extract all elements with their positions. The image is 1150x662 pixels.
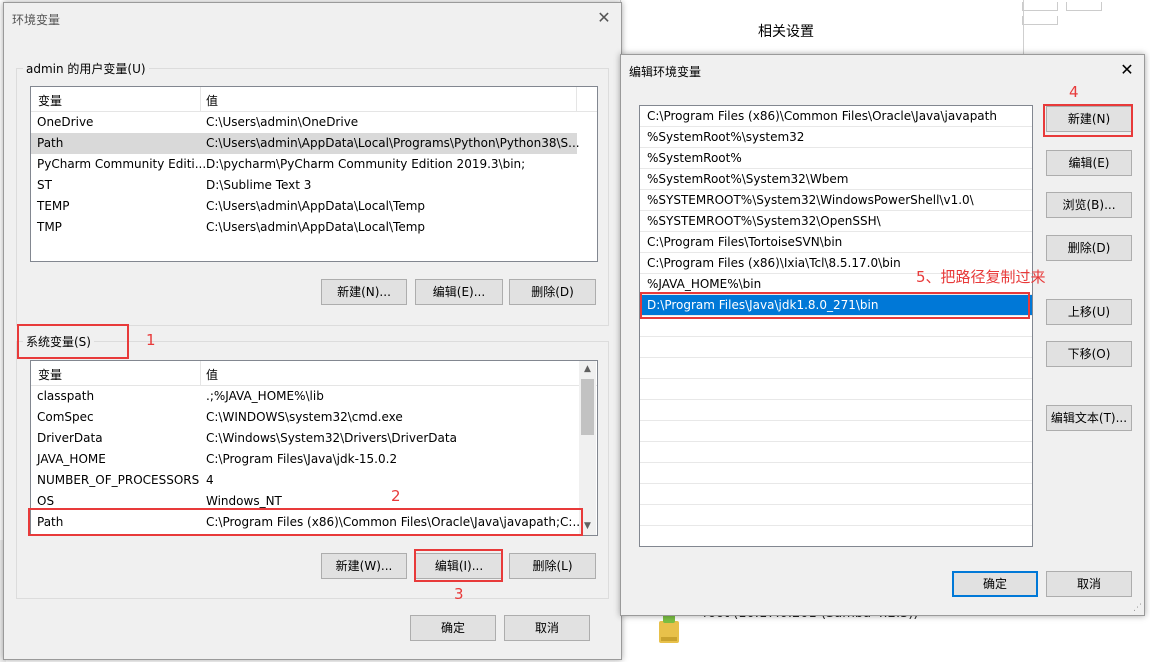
table-row[interactable]: JAVA_HOME C:\Program Files\Java\jdk-15.0.… <box>31 449 580 470</box>
move-up-button[interactable]: 上移(U) <box>1046 299 1132 325</box>
table-row[interactable]: NUMBER_OF_PROCESSORS 4 <box>31 470 580 491</box>
column-variable[interactable]: 变量 <box>38 366 62 383</box>
path-edit-button[interactable]: 编辑(E) <box>1046 150 1132 176</box>
list-header: 变量 值 <box>31 87 597 112</box>
list-header: 变量 值 <box>31 361 597 386</box>
list-item[interactable]: %SYSTEMROOT%\System32\OpenSSH\ <box>640 211 1032 232</box>
edit-cancel-button[interactable]: 取消 <box>1046 571 1132 597</box>
annotation-step-4: 4 <box>1069 83 1079 101</box>
table-row[interactable]: PyCharm Community Editi... D:\pycharm\PyC… <box>31 154 597 175</box>
annotation-step-3: 3 <box>454 585 464 603</box>
user-new-button[interactable]: 新建(N)... <box>321 279 407 305</box>
empty-list-row[interactable] <box>640 421 1032 442</box>
move-down-button[interactable]: 下移(O) <box>1046 341 1132 367</box>
list-item[interactable]: C:\Program Files (x86)\Common Files\Orac… <box>640 106 1032 127</box>
empty-list-row[interactable] <box>640 400 1032 421</box>
close-icon[interactable]: ✕ <box>1118 61 1136 79</box>
list-item[interactable]: %SystemRoot%\System32\Wbem <box>640 169 1032 190</box>
user-variables-list[interactable]: 变量 值 OneDrive C:\Users\admin\OneDrive Pat… <box>30 86 598 262</box>
table-row[interactable]: TEMP C:\Users\admin\AppData\Local\Temp <box>31 196 597 217</box>
cancel-button[interactable]: 取消 <box>504 615 590 641</box>
empty-list-row[interactable] <box>640 316 1032 337</box>
system-delete-button[interactable]: 删除(L) <box>509 553 596 579</box>
table-row[interactable]: TMP C:\Users\admin\AppData\Local\Temp <box>31 217 597 238</box>
table-row[interactable]: ComSpec C:\WINDOWS\system32\cmd.exe <box>31 407 580 428</box>
empty-list-row[interactable] <box>640 505 1032 526</box>
dialog-title: 环境变量 <box>12 13 61 27</box>
empty-list-row[interactable] <box>640 463 1032 484</box>
list-item[interactable]: %SYSTEMROOT%\System32\WindowsPowerShell\… <box>640 190 1032 211</box>
table-row[interactable]: classpath .;%JAVA_HOME%\lib <box>31 386 580 407</box>
related-settings-heading: 相关设置 <box>758 24 814 40</box>
user-edit-button[interactable]: 编辑(E)... <box>415 279 503 305</box>
background-settings-window <box>620 0 1024 57</box>
resize-grip-icon[interactable]: ⋰ <box>1133 603 1142 613</box>
system-new-button[interactable]: 新建(W)... <box>321 553 407 579</box>
table-row[interactable]: OneDrive C:\Users\admin\OneDrive <box>31 112 597 133</box>
annotation-step-5: 5、把路径复制过来 <box>916 268 1046 286</box>
list-item[interactable]: C:\Program Files\TortoiseSVN\bin <box>640 232 1032 253</box>
column-variable[interactable]: 变量 <box>38 92 62 109</box>
titlebar: 环境变量 ✕ <box>4 3 621 33</box>
empty-list-row[interactable] <box>640 442 1032 463</box>
annotation-box-edit-button <box>414 549 503 582</box>
list-item[interactable]: %SystemRoot% <box>640 148 1032 169</box>
annotation-box-path-row <box>28 508 583 536</box>
background-top-tiles <box>1022 0 1150 25</box>
table-row[interactable]: ST D:\Sublime Text 3 <box>31 175 597 196</box>
path-browse-button[interactable]: 浏览(B)... <box>1046 192 1132 218</box>
dialog-title: 编辑环境变量 <box>629 65 702 79</box>
annotation-box-new-button <box>1043 104 1133 137</box>
path-delete-button[interactable]: 删除(D) <box>1046 235 1132 261</box>
empty-list-row[interactable] <box>640 379 1032 400</box>
table-row[interactable]: Path C:\Users\admin\AppData\Local\Program… <box>31 133 580 154</box>
edit-env-variable-dialog: 编辑环境变量 ✕ C:\Program Files (x86)\Common F… <box>620 54 1145 616</box>
user-variables-label: admin 的用户变量(U) <box>23 60 149 77</box>
scroll-up-icon[interactable]: ▲ <box>579 361 596 378</box>
list-item[interactable]: %SystemRoot%\system32 <box>640 127 1032 148</box>
annotation-step-2: 2 <box>391 487 401 505</box>
table-row[interactable]: DriverData C:\Windows\System32\Drivers\Dr… <box>31 428 580 449</box>
annotation-box-system-vars <box>17 324 129 359</box>
titlebar: 编辑环境变量 ✕ <box>621 55 1144 85</box>
path-entries-list[interactable]: C:\Program Files (x86)\Common Files\Orac… <box>639 105 1033 547</box>
edit-ok-button[interactable]: 确定 <box>952 571 1038 597</box>
ok-button[interactable]: 确定 <box>410 615 496 641</box>
empty-list-row[interactable] <box>640 484 1032 505</box>
column-value[interactable]: 值 <box>206 92 218 109</box>
empty-list-row[interactable] <box>640 358 1032 379</box>
column-value[interactable]: 值 <box>206 366 218 383</box>
user-delete-button[interactable]: 删除(D) <box>509 279 596 305</box>
empty-list-row[interactable] <box>640 337 1032 358</box>
empty-list-row[interactable] <box>640 526 1032 546</box>
annotation-step-1: 1 <box>146 331 156 349</box>
scroll-thumb[interactable] <box>581 379 594 435</box>
close-icon[interactable]: ✕ <box>595 9 613 27</box>
annotation-box-new-path <box>640 292 1030 319</box>
edit-text-button[interactable]: 编辑文本(T)... <box>1046 405 1132 431</box>
